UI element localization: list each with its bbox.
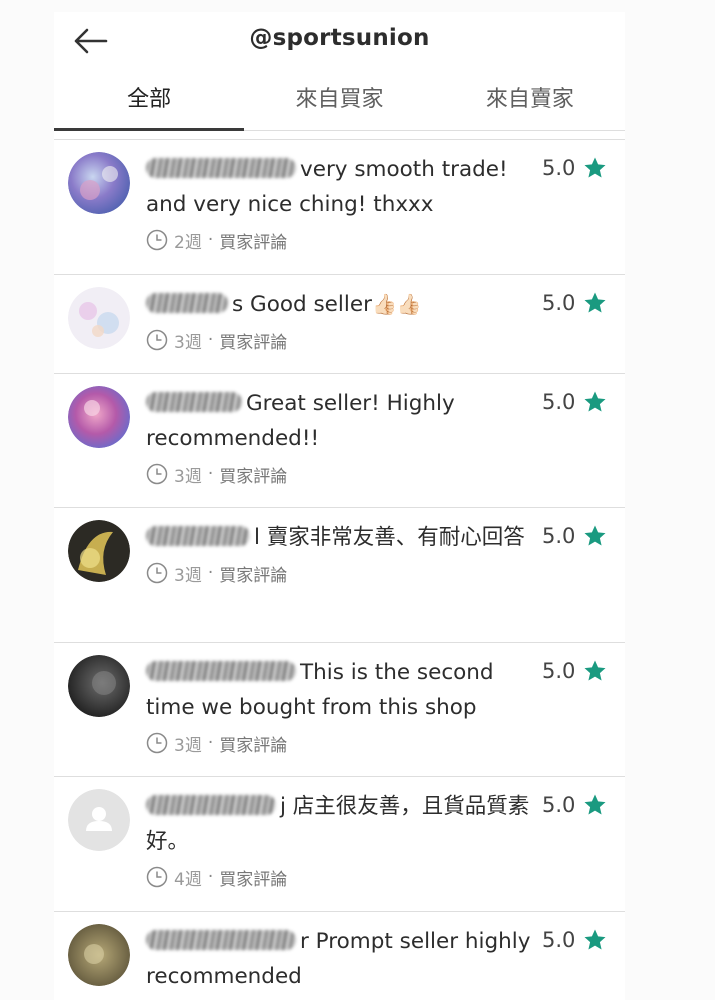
rating-value: 5.0 bbox=[542, 291, 576, 315]
review-meta: 3週 · 買家評論 bbox=[146, 459, 625, 489]
review-time: 4週 bbox=[174, 869, 202, 890]
review-item[interactable]: 5.0 Great seller! Highly recommended!! 3… bbox=[54, 374, 625, 508]
rating-value: 5.0 bbox=[542, 793, 576, 817]
clock-icon bbox=[146, 562, 168, 584]
header: @sportsunion bbox=[54, 12, 625, 70]
review-text: Great seller! Highly recommended!! bbox=[146, 391, 455, 451]
clock-icon bbox=[146, 866, 168, 888]
review-type: 買家評論 bbox=[219, 466, 288, 487]
star-icon bbox=[584, 660, 606, 681]
review-item[interactable]: 5.0 s Good seller👍🏻👍🏻 3週 · 買家評論 bbox=[54, 275, 625, 374]
review-type: 買家評論 bbox=[219, 565, 288, 586]
review-item[interactable]: 5.0 very smooth trade! and very nice chi… bbox=[54, 140, 625, 275]
review-meta: 3週 · 買家評論 bbox=[146, 325, 625, 355]
review-type: 買家評論 bbox=[219, 332, 288, 353]
review-time: 3週 bbox=[174, 466, 202, 487]
review-tabs: 全部 來自買家 來自賣家 bbox=[54, 70, 625, 131]
star-icon bbox=[584, 292, 606, 313]
tab-from-sellers[interactable]: 來自賣家 bbox=[435, 70, 625, 130]
rating-value: 5.0 bbox=[542, 524, 576, 548]
review-list: 5.0 very smooth trade! and very nice chi… bbox=[54, 131, 625, 1000]
review-item[interactable]: 5.0 This is the second time we bought fr… bbox=[54, 643, 625, 777]
avatar[interactable] bbox=[68, 655, 130, 717]
rating-value: 5.0 bbox=[542, 659, 576, 683]
blurred-username bbox=[146, 392, 242, 412]
clock-icon bbox=[146, 229, 168, 251]
review-meta: 3週 · 買家評論 bbox=[146, 558, 625, 588]
review-text: l 賣家非常友善、有耐心回答 bbox=[146, 520, 536, 555]
review-type: 買家評論 bbox=[219, 735, 288, 756]
rating: 5.0 bbox=[542, 659, 607, 683]
review-text: s Good seller👍🏻👍🏻 bbox=[146, 287, 536, 322]
reviews-screen: @sportsunion 全部 來自買家 來自賣家 5.0 very smoot… bbox=[54, 12, 625, 1000]
review-text: r Prompt seller highly recommended bbox=[146, 929, 531, 989]
avatar[interactable] bbox=[68, 520, 130, 582]
review-time: 3週 bbox=[174, 565, 202, 586]
star-icon bbox=[584, 391, 606, 412]
clock-icon bbox=[146, 732, 168, 754]
blurred-username bbox=[146, 293, 228, 313]
review-meta: 3週 · 買家評論 bbox=[146, 728, 625, 758]
star-icon bbox=[584, 929, 606, 950]
review-time: 3週 bbox=[174, 332, 202, 353]
review-type: 買家評論 bbox=[219, 869, 288, 890]
rating: 5.0 bbox=[542, 156, 607, 180]
blurred-username bbox=[146, 930, 296, 950]
rating-value: 5.0 bbox=[542, 928, 576, 952]
tab-from-buyers[interactable]: 來自買家 bbox=[244, 70, 434, 130]
default-user-icon bbox=[68, 789, 130, 851]
rating: 5.0 bbox=[542, 793, 607, 817]
thumbs-up-icon: 👍🏻👍🏻 bbox=[371, 292, 422, 316]
avatar[interactable] bbox=[68, 386, 130, 448]
review-meta: 4週 · 買家評論 bbox=[146, 862, 625, 892]
review-meta: 2週 · 買家評論 bbox=[146, 225, 625, 255]
review-text: very smooth trade! and very nice ching! … bbox=[146, 157, 508, 217]
page-title: @sportsunion bbox=[249, 25, 430, 51]
blurred-username bbox=[146, 526, 250, 546]
review-time: 2週 bbox=[174, 232, 202, 253]
clock-icon bbox=[146, 329, 168, 351]
star-icon bbox=[584, 525, 606, 546]
review-time: 3週 bbox=[174, 735, 202, 756]
rating: 5.0 bbox=[542, 524, 607, 548]
tab-all[interactable]: 全部 bbox=[54, 70, 245, 131]
rating: 5.0 bbox=[542, 928, 607, 952]
avatar[interactable] bbox=[68, 152, 130, 214]
review-item[interactable]: 5.0 l 賣家非常友善、有耐心回答 3週 · 買家評論 bbox=[54, 508, 625, 643]
avatar[interactable] bbox=[68, 287, 130, 349]
review-text: j 店主很友善，且貨品質素好。 bbox=[146, 794, 530, 854]
rating: 5.0 bbox=[542, 390, 607, 414]
blurred-username bbox=[146, 795, 276, 815]
blurred-username bbox=[146, 158, 296, 178]
review-type: 買家評論 bbox=[219, 232, 288, 253]
review-item[interactable]: 5.0 r Prompt seller highly recommended bbox=[54, 912, 625, 1000]
avatar[interactable] bbox=[68, 789, 130, 851]
avatar[interactable] bbox=[68, 924, 130, 986]
star-icon bbox=[584, 794, 606, 815]
rating-value: 5.0 bbox=[542, 156, 576, 180]
review-item[interactable]: 5.0 j 店主很友善，且貨品質素好。 4週 · 買家評論 bbox=[54, 777, 625, 912]
clock-icon bbox=[146, 463, 168, 485]
blurred-username bbox=[146, 661, 296, 681]
rating-value: 5.0 bbox=[542, 390, 576, 414]
star-icon bbox=[584, 157, 606, 178]
review-text: This is the second time we bought from t… bbox=[146, 660, 494, 720]
rating: 5.0 bbox=[542, 291, 607, 315]
